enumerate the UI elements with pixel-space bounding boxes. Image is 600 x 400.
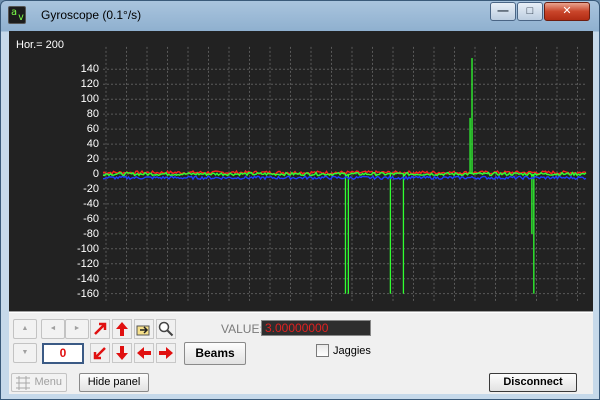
y-tick-label: 0 xyxy=(92,168,99,180)
client-area: Hor.= 200 140 120 100 80 60 40 20 0 -20 -40 -60 -80… xyxy=(9,31,593,394)
menu-button[interactable]: Menu xyxy=(11,373,67,392)
y-tick-label: -60 xyxy=(83,212,99,225)
window-title: Gyroscope (0.1°/s) xyxy=(41,8,142,22)
y-tick-label: -40 xyxy=(83,197,99,210)
y-tick-label: 60 xyxy=(86,123,99,136)
value-label: VALUE: xyxy=(221,322,263,336)
hide-panel-button[interactable]: Hide panel xyxy=(79,373,149,392)
arrow-down-left-icon[interactable] xyxy=(90,343,110,363)
bottom-bar: Menu Hide panel Disconnect xyxy=(9,371,593,394)
y-tick-label: 140 xyxy=(80,63,99,76)
gyroscope-graph[interactable]: Hor.= 200 140 120 100 80 60 40 20 0 -20 -40 -60 -80… xyxy=(9,31,593,311)
y-tick-label: -160 xyxy=(76,287,99,300)
series-line-2 xyxy=(103,175,587,181)
panel-divider xyxy=(9,311,593,313)
y-tick-label: 100 xyxy=(80,93,99,106)
close-button[interactable]: ✕ xyxy=(544,2,590,21)
zoom-icon[interactable] xyxy=(156,319,176,339)
y-tick-label: -80 xyxy=(83,227,99,240)
y-tick-label: -120 xyxy=(76,257,99,270)
y-tick-label: -20 xyxy=(83,182,99,195)
value-display: 3.00000000 xyxy=(261,320,371,336)
jaggies-checkbox[interactable] xyxy=(316,344,329,357)
scroll-up-button[interactable]: ▲ xyxy=(13,319,37,339)
y-tick-label: 120 xyxy=(80,78,99,91)
disconnect-button[interactable]: Disconnect xyxy=(489,373,577,392)
arrow-left-icon[interactable] xyxy=(134,343,154,363)
y-tick-label: 20 xyxy=(86,153,99,166)
scroll-left-button[interactable]: ◄ xyxy=(41,319,65,339)
menu-icon xyxy=(16,376,30,390)
scroll-down-button[interactable]: ▼ xyxy=(13,343,37,363)
y-tick-label: -100 xyxy=(76,242,99,255)
menu-label: Menu xyxy=(34,376,62,388)
arrow-down-icon[interactable] xyxy=(112,343,132,363)
arrow-right-icon[interactable] xyxy=(156,343,176,363)
y-tick-label: 40 xyxy=(86,138,99,151)
title-bar[interactable]: av Gyroscope (0.1°/s) — □ ✕ xyxy=(1,1,599,31)
scroll-right-button[interactable]: ► xyxy=(65,319,89,339)
minimize-button[interactable]: — xyxy=(490,2,516,21)
gyroscope-window: av Gyroscope (0.1°/s) — □ ✕ Hor.= 200 14… xyxy=(0,0,600,400)
y-tick-label: -140 xyxy=(76,272,99,285)
app-icon[interactable]: av xyxy=(8,6,26,24)
arrow-up-right-icon[interactable] xyxy=(90,319,110,339)
beams-button[interactable]: Beams xyxy=(184,342,246,365)
counter-field[interactable]: 0 xyxy=(42,343,84,364)
jaggies-label[interactable]: Jaggies xyxy=(333,345,371,357)
arrow-up-icon[interactable] xyxy=(112,319,132,339)
folder-arrow-icon[interactable] xyxy=(134,319,154,339)
maximize-button[interactable]: □ xyxy=(517,2,543,21)
y-tick-label: 80 xyxy=(86,108,99,121)
